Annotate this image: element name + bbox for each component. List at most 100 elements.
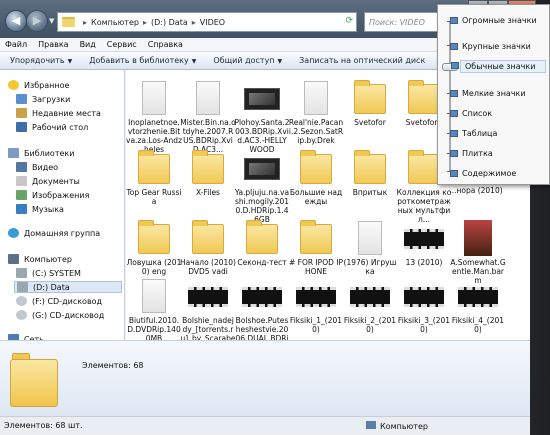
thumbnail-shape [304, 81, 328, 115]
sidebar-item-favorites[interactable]: Избранное [8, 80, 69, 90]
thumbnail-shape [192, 150, 224, 184]
file-name: Секонд-тест [237, 258, 287, 267]
view-medium-icons[interactable]: Обычные значки [451, 60, 546, 73]
view-details[interactable]: Таблица [450, 129, 497, 138]
sidebar-item-drive-d[interactable]: (D:) Data [14, 281, 122, 293]
view-tiles[interactable]: Плитка [450, 149, 493, 158]
search-input[interactable]: Поиск: VIDEO [364, 12, 444, 32]
sidebar-item-computer[interactable]: Компьютер [8, 254, 72, 264]
menu-help[interactable]: Справка [148, 40, 183, 49]
add-to-library-button[interactable]: Добавить в библиотеку ▼ [89, 56, 196, 65]
view-list[interactable]: Список [450, 109, 492, 118]
file-item[interactable]: Plohoy.Santa.2003.BDRip.Xvid.AC3.-HELLYW… [234, 80, 290, 154]
sidebar-item-downloads[interactable]: Загрузки [16, 94, 70, 104]
thumbnail-shape [300, 150, 332, 184]
share-button[interactable]: Общий доступ ▼ [213, 56, 282, 65]
address-bar[interactable]: ▸ Компьютер ▸ (D:) Data ▸ VIDEO ⟳ [57, 12, 357, 32]
hard-drive-icon [16, 268, 27, 278]
sidebar-item-homegroup[interactable]: Домашняя группа [8, 228, 100, 238]
organize-button[interactable]: Упорядочить ▼ [10, 56, 72, 65]
file-item[interactable]: Начало (2010) DVD5 vadi [180, 220, 236, 276]
file-item[interactable]: Fiksiki_2_(2010) [342, 278, 398, 334]
recent-pages-dropdown-icon[interactable]: ▼ [49, 17, 54, 25]
file-item[interactable]: 13 (2010) [396, 220, 452, 267]
breadcrumb-folder[interactable]: VIDEO [200, 18, 225, 27]
item-count: Элементов: 68 [82, 361, 144, 370]
file-item[interactable]: Bolshie_nadejdy_[torrents.ru]_by_Scarabe… [180, 278, 236, 340]
view-content[interactable]: Содержимое [450, 169, 516, 178]
folder-icon [296, 220, 336, 256]
chevron-down-icon: ▼ [277, 58, 283, 65]
video-thumbnail-icon [188, 278, 228, 314]
desktop-icon [16, 122, 27, 132]
file-item[interactable]: Svetofor [342, 80, 398, 127]
sidebar-item-drive-f[interactable]: (F:) CD-дисковод [16, 296, 102, 306]
file-name: Fiksiki_2_(2010) [343, 316, 397, 334]
file-item[interactable]: Большие надежды [288, 150, 344, 206]
file-item[interactable]: A.Somewhat.Gentle.Man.barm [450, 220, 506, 285]
burn-button[interactable]: Записать на оптический диск [299, 56, 425, 65]
thumbnail-shape [192, 220, 224, 254]
menu-view[interactable]: Вид [80, 40, 96, 49]
menu-file[interactable]: Файл [5, 40, 27, 49]
thumbnail-shape [142, 279, 166, 313]
refresh-icon[interactable]: ⟳ [345, 16, 353, 26]
video-thumbnail-icon [458, 278, 498, 314]
file-name: Начало (2010) DVD5 vadi [180, 258, 236, 276]
view-small-icons[interactable]: Мелкие значки [450, 89, 526, 98]
menu-tools[interactable]: Сервис [107, 40, 137, 49]
forward-button[interactable]: ▶ [26, 10, 48, 32]
file-item[interactable]: Mister.Bin.na.otdyhe.2007.RUS.BDRip.XviD… [180, 80, 236, 154]
sidebar-item-recent[interactable]: Недавние места [16, 108, 101, 118]
details-icon [450, 130, 458, 137]
view-large-icons[interactable]: Крупные значки [450, 42, 531, 51]
thumbnail-shape [244, 158, 280, 180]
chevron-right-icon[interactable]: ▸ [143, 18, 147, 27]
thumbnail-shape [296, 287, 336, 307]
sidebar-item-video[interactable]: Видео [16, 162, 58, 172]
video-file-icon [350, 220, 390, 256]
video-thumbnail-icon [404, 278, 444, 314]
extra-large-icons-icon [450, 17, 458, 24]
folder-icon [188, 150, 228, 186]
file-item[interactable]: Bolshoe.Putesheshestvie.2006.DUAL.BDRip.… [234, 278, 290, 340]
small-icons-icon [450, 90, 458, 97]
view-menu: Огромные значки Крупные значки Обычные з… [437, 4, 550, 185]
breadcrumb-drive[interactable]: (D:) Data [151, 18, 188, 27]
chevron-right-icon[interactable]: ▸ [192, 18, 196, 27]
file-item[interactable]: Real'nie.Pacani.2.Sezon.SatRip.by.Drek [288, 80, 344, 145]
file-item[interactable]: X-Files [180, 150, 236, 197]
file-name: Fiksiki_4_(2010) [451, 316, 505, 334]
file-item[interactable]: Ловушка (2010) eng [126, 220, 182, 276]
sidebar-item-music[interactable]: Музыка [16, 204, 64, 214]
breadcrumb-computer[interactable]: Компьютер [91, 18, 139, 27]
sidebar-item-drive-g[interactable]: (G:) CD-дисковод [16, 310, 104, 320]
file-item[interactable]: Секонд-тест [234, 220, 290, 267]
file-item[interactable]: Fiksiki_4_(2010) [450, 278, 506, 334]
file-item[interactable]: Впритык [342, 150, 398, 197]
back-button[interactable]: ◀ [5, 10, 27, 32]
file-name: Real'nie.Pacani.2.Sezon.SatRip.by.Drek [288, 118, 344, 145]
video-file-icon [134, 278, 174, 314]
recent-places-icon [16, 108, 27, 118]
file-item[interactable]: Ya.pljuju.na.vashi.mogily.2010.D.HDRip.1… [234, 150, 290, 224]
menu-edit[interactable]: Правка [38, 40, 68, 49]
file-item[interactable]: (1976) Игрушка [342, 220, 398, 276]
file-name: Fiksiki_3_(2010) [397, 316, 451, 334]
file-item[interactable]: Top Gear Russia [126, 150, 182, 206]
file-item[interactable]: Fiksiki_3_(2010) [396, 278, 452, 334]
sidebar-item-desktop[interactable]: Рабочий стол [16, 122, 88, 132]
folder-icon [188, 220, 228, 256]
video-thumbnail-icon [296, 278, 336, 314]
file-item[interactable]: Fiksiki_1_(2010) [288, 278, 344, 334]
file-item[interactable]: Biutiful.2010.D.DVDRip.1400MB [126, 278, 182, 340]
view-extra-large-icons[interactable]: Огромные значки [450, 16, 537, 25]
file-name: Plohoy.Santa.2003.BDRip.Xvid.AC3.-HELLYW… [234, 118, 290, 154]
sidebar-item-drive-c[interactable]: (C:) SYSTEM [16, 268, 81, 278]
sidebar-item-images[interactable]: Изображения [16, 190, 89, 200]
sidebar-item-libraries[interactable]: Библиотеки [8, 148, 74, 158]
file-item[interactable]: Inoplanetnoe.vtorzhenie.Bitva.za.Los-And… [126, 80, 182, 154]
file-item[interactable]: # FOR IPOD IPHONE [288, 220, 344, 276]
chevron-right-icon[interactable]: ▸ [83, 18, 87, 27]
sidebar-item-documents[interactable]: Документы [16, 176, 80, 186]
